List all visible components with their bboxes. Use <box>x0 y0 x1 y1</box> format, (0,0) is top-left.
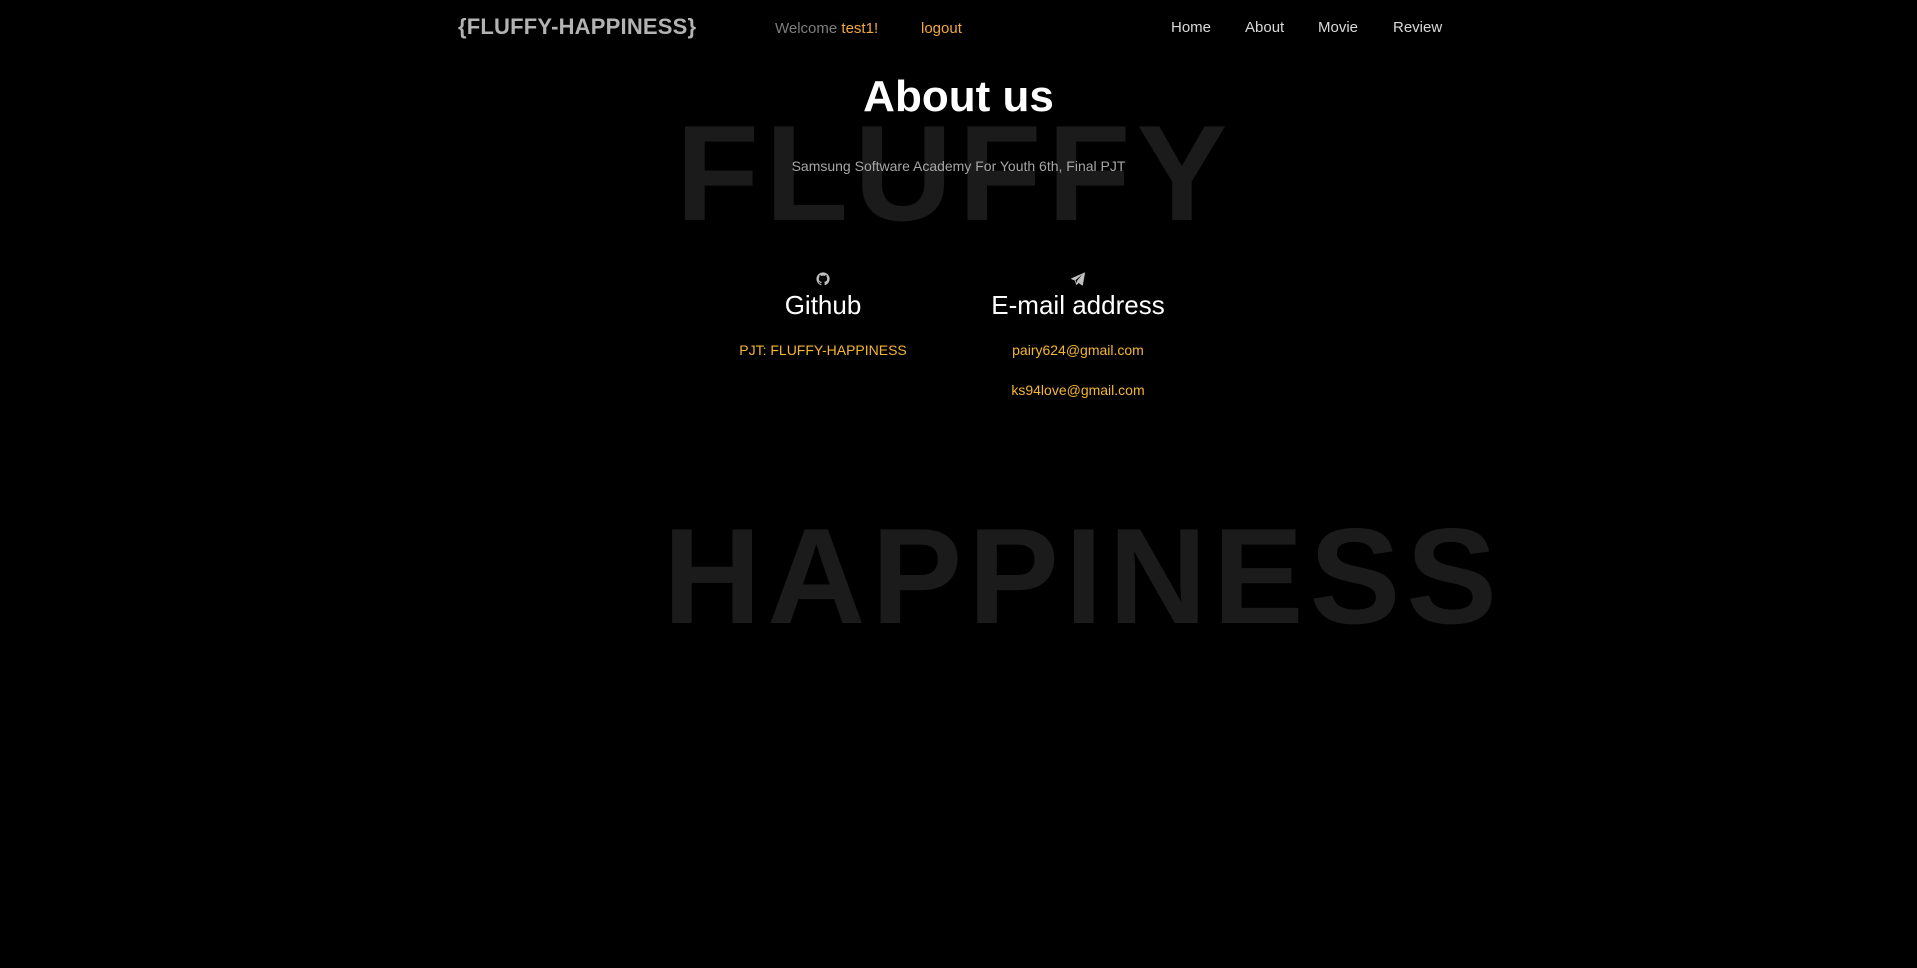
github-icon <box>816 272 830 286</box>
github-section: Github PJT: FLUFFY-HAPPINESS <box>723 272 923 358</box>
email-heading: E-mail address <box>991 290 1165 320</box>
paper-plane-icon <box>1071 272 1085 286</box>
email-section: E-mail address pairy624@gmail.com ks94lo… <box>978 272 1178 398</box>
email-link[interactable]: pairy624@gmail.com <box>978 342 1178 358</box>
welcome-prefix: Welcome <box>775 20 842 37</box>
about-page: FLUFFY HAPPINESS {FLUFFY-HAPPINESS} Welc… <box>0 0 1917 968</box>
nav-review-link[interactable]: Review <box>1393 19 1442 36</box>
nav-home-link[interactable]: Home <box>1171 19 1211 36</box>
page-title: About us <box>863 72 1054 121</box>
nav-about-link[interactable]: About <box>1245 19 1284 36</box>
nav-movie-link[interactable]: Movie <box>1318 19 1358 36</box>
page-subtitle: Samsung Software Academy For Youth 6th, … <box>791 158 1126 174</box>
logout-link[interactable]: logout <box>921 20 962 37</box>
brand-logo-link[interactable]: {FLUFFY-HAPPINESS} <box>458 14 696 40</box>
welcome-message: Welcome test1! <box>775 20 878 37</box>
github-heading: Github <box>784 290 862 320</box>
welcome-username: test1! <box>841 20 879 37</box>
email-link[interactable]: ks94love@gmail.com <box>978 382 1178 398</box>
background-word-happiness: HAPPINESS <box>663 500 1503 652</box>
github-project-link[interactable]: PJT: FLUFFY-HAPPINESS <box>723 342 923 358</box>
